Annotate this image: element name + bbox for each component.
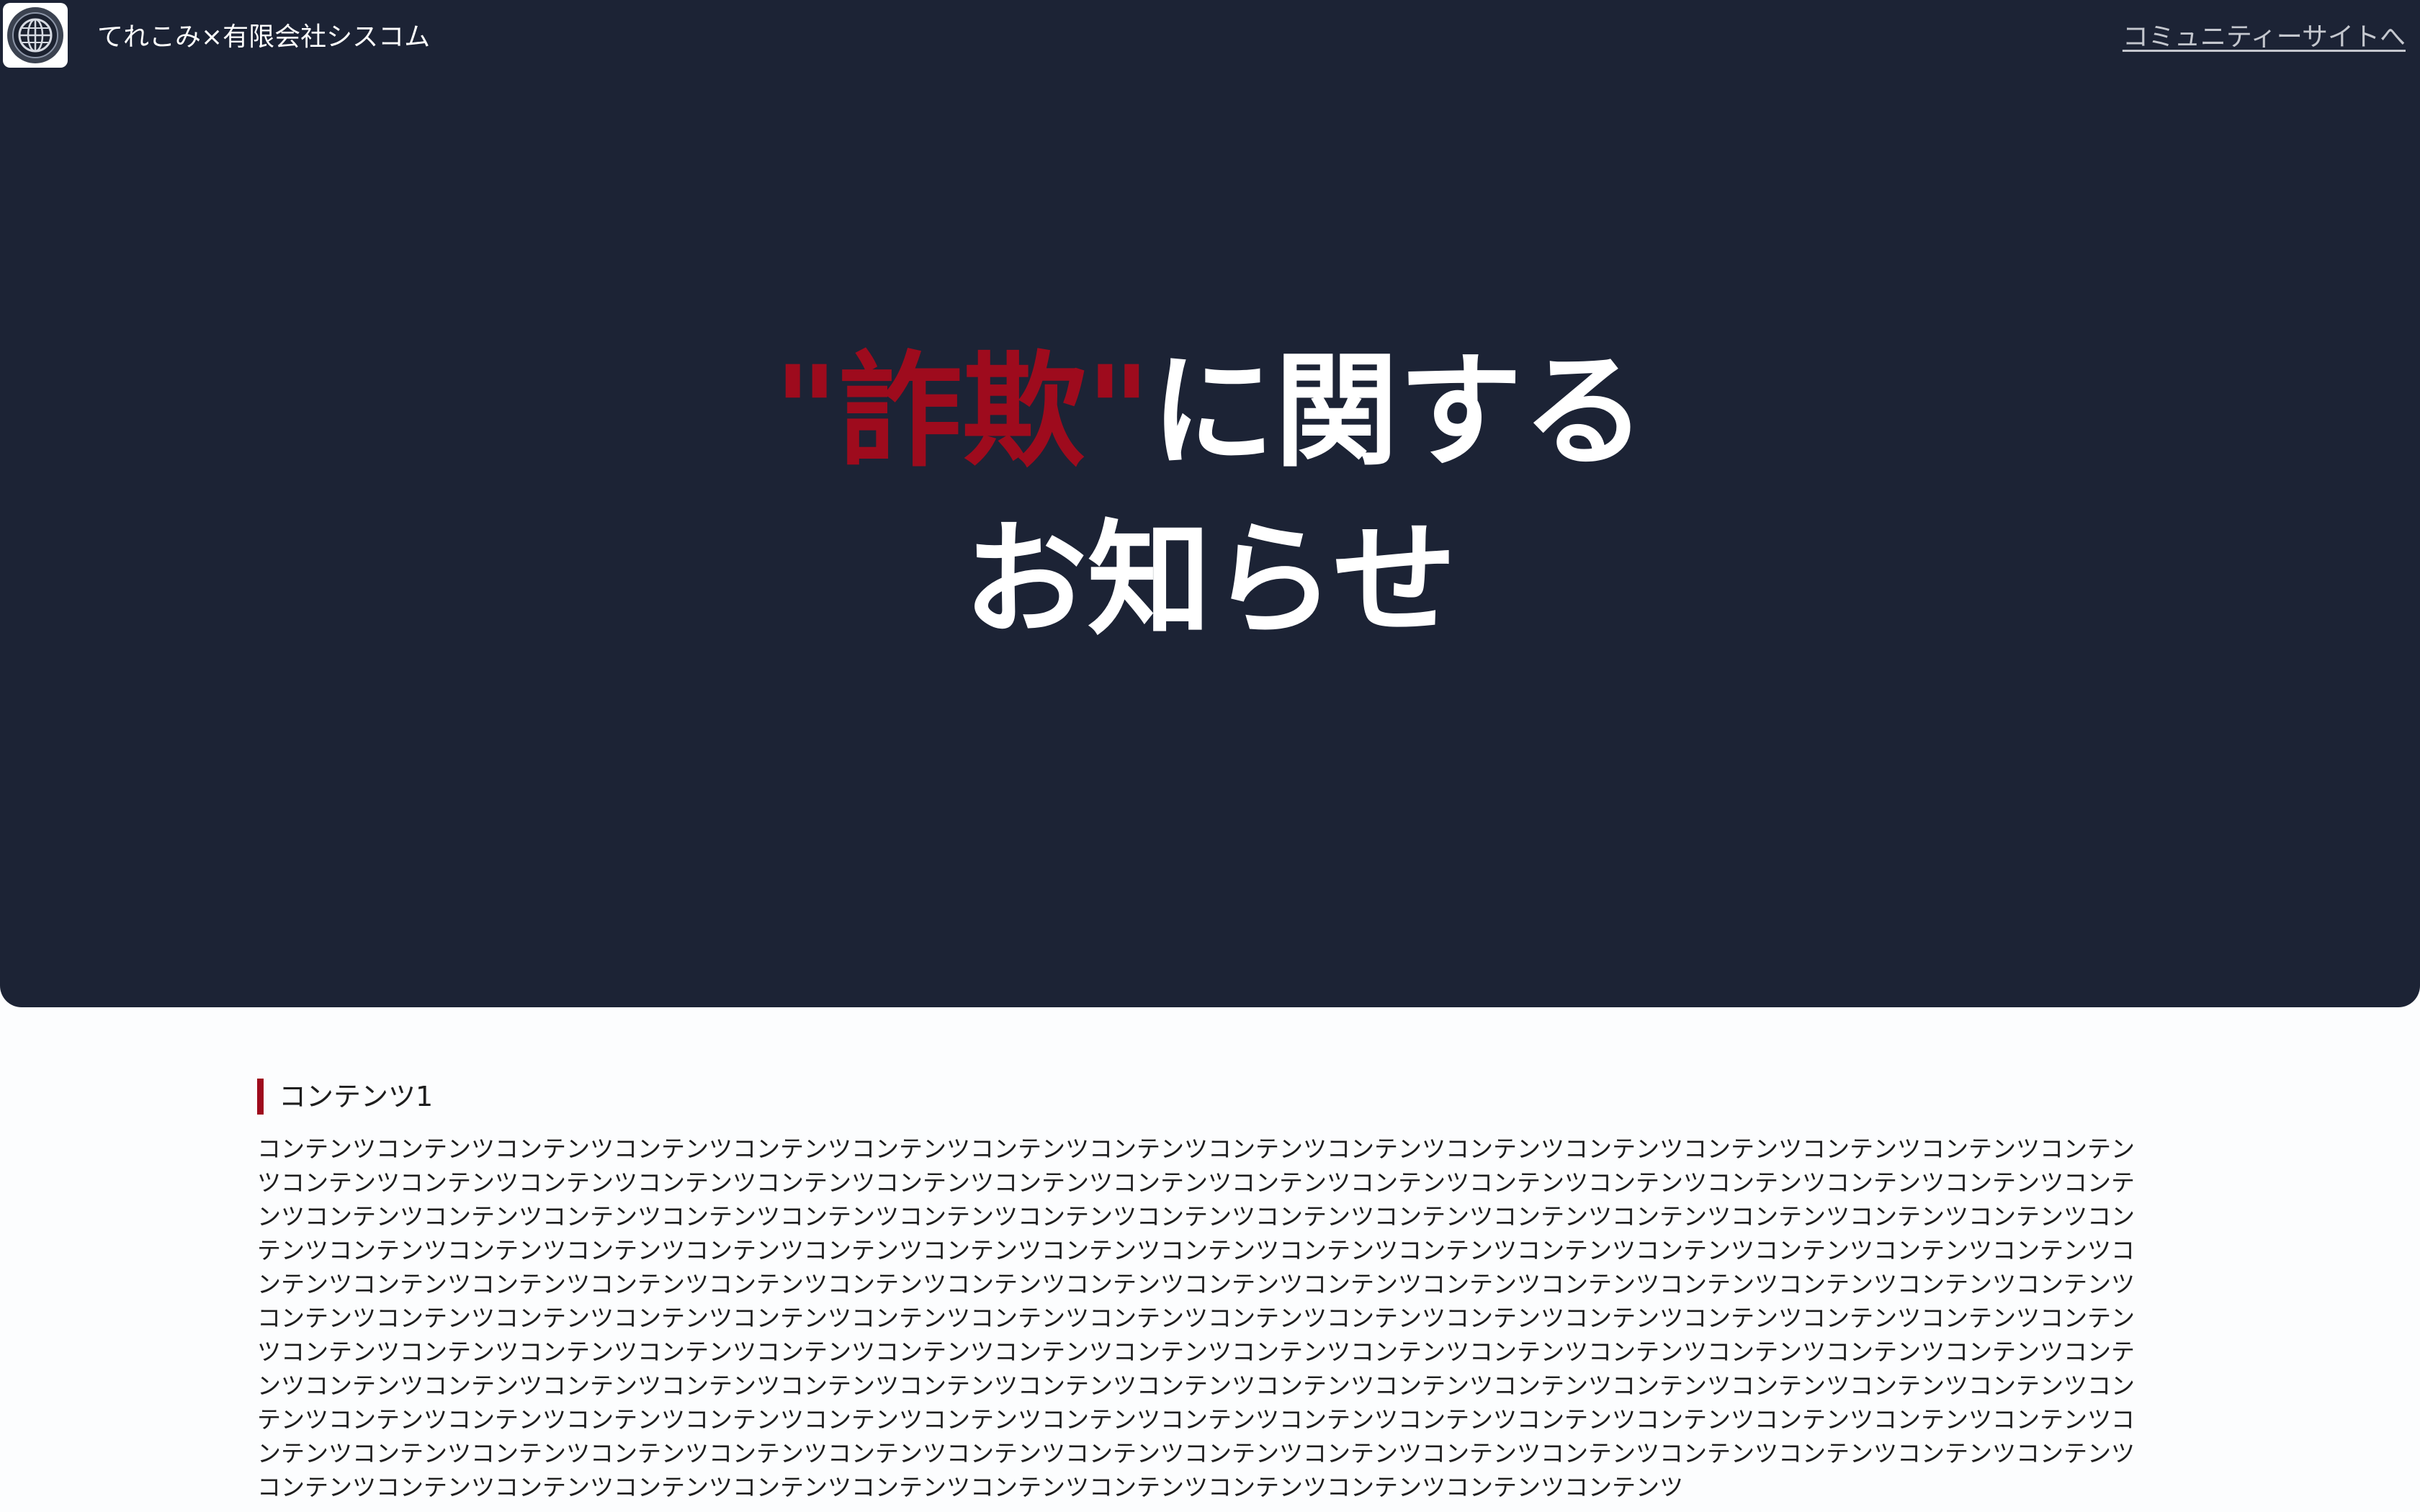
hero-banner: てれこみ×有限会社シスコム コミュニティーサイトへ "詐欺"に関する お知らせ (0, 0, 2420, 1007)
globe-emblem-icon (7, 7, 63, 63)
headline-rest: に関する (1150, 339, 1646, 484)
main-content: コンテンツ1 コンテンツコンテンツコンテンツコンテンツコンテンツコンテンツコンテ… (257, 1076, 2148, 1504)
content-section: コンテンツ1 コンテンツコンテンツコンテンツコンテンツコンテンツコンテンツコンテ… (257, 1076, 2148, 1504)
section-heading: コンテンツ1 (257, 1076, 2148, 1117)
page-headline: "詐欺"に関する お知らせ (0, 328, 2420, 665)
section-body-text: コンテンツコンテンツコンテンツコンテンツコンテンツコンテンツコンテンツコンテンツ… (257, 1135, 2135, 1501)
headline-line-2: お知らせ (963, 508, 1457, 652)
community-site-link[interactable]: コミュニティーサイトへ (2123, 16, 2406, 59)
site-title: てれこみ×有限会社シスコム (97, 22, 431, 52)
headline-accent: "詐欺" (774, 339, 1151, 484)
site-logo[interactable] (3, 3, 68, 68)
headline-line-1: "詐欺"に関する (0, 328, 2420, 496)
page: てれこみ×有限会社シスコム コミュニティーサイトへ "詐欺"に関する お知らせ … (0, 0, 2420, 1512)
